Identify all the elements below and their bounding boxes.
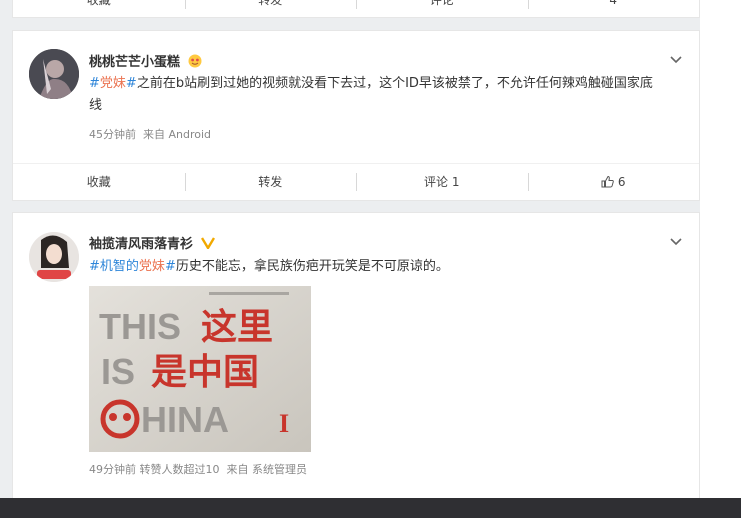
repost-count-info: 转赞人数超过10 bbox=[139, 463, 220, 476]
post-image[interactable]: THIS 这里 IS 是中国 HINA I bbox=[89, 286, 311, 452]
cover-line1-en: THIS bbox=[99, 306, 181, 347]
cover-volume-mark: I bbox=[279, 409, 289, 438]
post-source: 来自 系统管理员 bbox=[226, 463, 308, 476]
collect-button[interactable]: 收藏 bbox=[13, 0, 185, 18]
topic-link[interactable]: #党妹# bbox=[89, 76, 137, 91]
post-source: 来自 Android bbox=[143, 128, 212, 141]
like-button[interactable]: 6 bbox=[527, 164, 700, 200]
post-card: 桃桃芒芒小蛋糕 #党妹#之前在b站刷到过她的视频就没看下去过，这个ID早该被禁了… bbox=[12, 30, 700, 201]
post-text: #党妹#之前在b站刷到过她的视频就没看下去过，这个ID早该被禁了，不允许任何辣鸡… bbox=[89, 76, 653, 113]
comment-button[interactable]: 评论 bbox=[356, 0, 528, 18]
avatar[interactable] bbox=[29, 49, 79, 99]
avatar-image bbox=[29, 49, 79, 99]
avatar-image bbox=[29, 232, 79, 282]
avatar[interactable] bbox=[29, 232, 79, 282]
chevron-down-icon[interactable] bbox=[669, 235, 683, 249]
emoji-icon bbox=[188, 54, 202, 68]
like-count: 4 bbox=[609, 0, 618, 7]
topic-link[interactable]: #机智的党妹# bbox=[89, 259, 176, 274]
verified-badge-icon bbox=[200, 237, 215, 250]
bottom-taskbar bbox=[0, 498, 741, 518]
cover-line1-cn: 这里 bbox=[201, 307, 273, 348]
username[interactable]: 桃桃芒芒小蛋糕 bbox=[89, 51, 202, 70]
post-text: #机智的党妹#历史不能忘，拿民族伤疤开玩笑是不可原谅的。 bbox=[89, 259, 449, 274]
post-meta: 45分钟前 来自 Android bbox=[89, 126, 211, 142]
previous-post-card: 收藏 转发 评论 4 bbox=[12, 0, 700, 18]
like-count: 6 bbox=[617, 175, 626, 189]
repost-button[interactable]: 转发 bbox=[184, 164, 357, 200]
cover-line2-cn: 是中国 bbox=[151, 352, 259, 393]
like-button[interactable]: 4 bbox=[527, 0, 700, 18]
chevron-down-icon[interactable] bbox=[669, 53, 683, 67]
post-time[interactable]: 49分钟前 bbox=[89, 463, 136, 476]
post-card: 袖揽清风雨落青衫 #机智的党妹#历史不能忘，拿民族伤疤开玩笑是不可原谅的。 TH… bbox=[12, 212, 700, 502]
repost-button[interactable]: 转发 bbox=[184, 0, 357, 18]
comment-button[interactable]: 评论 1 bbox=[356, 164, 528, 200]
username[interactable]: 袖揽清风雨落青衫 bbox=[89, 233, 215, 252]
post-meta: 49分钟前 转赞人数超过10 来自 系统管理员 bbox=[89, 461, 307, 477]
post-time[interactable]: 45分钟前 bbox=[89, 128, 136, 141]
book-cover-image: THIS 这里 IS 是中国 HINA I bbox=[89, 286, 311, 452]
page-right-margin bbox=[700, 0, 741, 498]
cover-line2-en: IS bbox=[101, 351, 135, 392]
thumbs-up-icon bbox=[601, 175, 614, 187]
collect-button[interactable]: 收藏 bbox=[13, 164, 185, 200]
cover-line3-en: HINA bbox=[141, 399, 229, 440]
